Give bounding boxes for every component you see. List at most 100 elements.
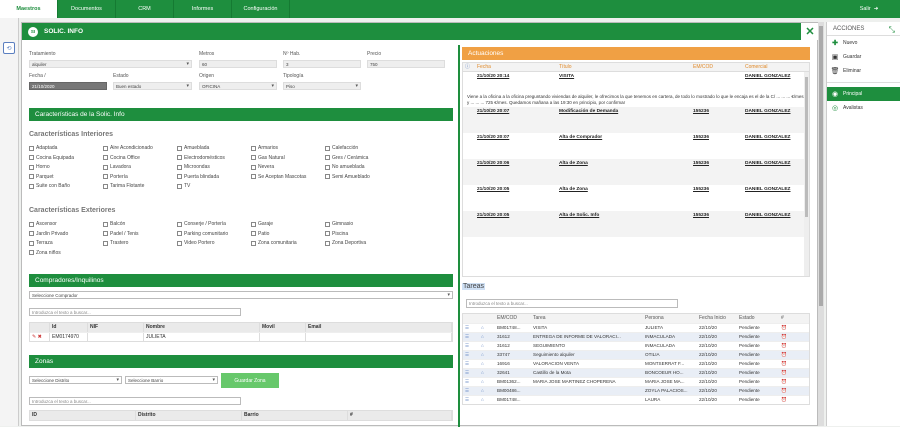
checkbox-int[interactable]: Calefacción [325,145,358,151]
table-row[interactable]: 21/10/20 20:07 Alta de Comprador 155236 DAN… [463,133,809,159]
comprador-select[interactable]: Seleccione Comprador [29,291,453,299]
tratamiento-select[interactable]: alquiler [29,60,192,68]
checkbox-ext[interactable]: Terraza [29,240,53,246]
nuevo-button[interactable]: ✚ Nuevo [827,36,900,50]
checkbox-box[interactable] [251,155,256,160]
checkbox-box[interactable] [103,240,108,246]
table-row[interactable]: ☰ ⌂ BM00486... ZOYLA PALACIOS... 22/10/20 Pen… [463,386,809,395]
checkbox-box[interactable] [29,155,34,160]
close-icon[interactable]: ✕ [801,23,819,40]
task-home-icon[interactable]: ⌂ [479,360,495,368]
tab-informes[interactable]: Informes [174,0,232,18]
checkbox-box[interactable] [103,155,108,160]
checkbox-box[interactable] [177,164,182,170]
checkbox-ext[interactable]: Conserje / Portería [177,221,226,227]
checkbox-ext[interactable]: Ascensor [29,221,57,227]
checkbox-ext[interactable]: Parking comunitario [177,231,228,237]
tab-maestros[interactable]: Maestros [0,0,58,18]
checkbox-int[interactable]: Semi Amueblado [325,174,370,180]
alarm-icon[interactable]: ⏰ [779,342,799,350]
barrio-select[interactable]: Seleccione Barrio [125,376,218,384]
checkbox-box[interactable] [177,231,182,236]
checkbox-ext[interactable]: Trastero [103,240,128,246]
checkbox-ext[interactable]: Zona Deportiva [325,240,366,246]
actuaciones-scrollbar[interactable] [804,72,809,276]
fecha-input[interactable]: 21/10/2020 [29,82,107,90]
task-home-icon[interactable]: ⌂ [479,387,495,395]
checkbox-int[interactable]: Amueblada [177,145,209,151]
checkbox-int[interactable]: Armarios [251,145,278,151]
metros-input[interactable]: 60 [199,60,277,68]
table-row[interactable]: 21/10/20 20:06 Alta de Zona 155236 DANIEL G… [463,159,809,185]
nhab-input[interactable]: 3 [283,60,361,68]
checkbox-box[interactable] [177,221,182,227]
checkbox-ext[interactable]: Balcón [103,221,125,227]
checkbox-int[interactable]: Microondas [177,164,210,170]
checkbox-int[interactable]: Se Aceptan Mascotas [251,174,306,180]
checkbox-ext[interactable]: Gimnasio [325,221,353,227]
checkbox-int[interactable]: Adaptada [29,145,57,151]
checkbox-box[interactable] [103,145,108,151]
checkbox-int[interactable]: Horno [29,164,50,170]
checkbox-box[interactable] [177,155,182,160]
tipologia-select[interactable]: Piso [283,82,361,90]
table-row[interactable]: ☰ ⌂ 32641 Castillo de la Mota BONCOEUR HO...… [463,368,809,377]
table-row[interactable]: ☰ ⌂ 33747 Seguimiento alquiler OTILIA 22/10/2… [463,350,809,359]
origen-select[interactable]: OFICINA [199,82,277,90]
checkbox-box[interactable] [103,231,108,236]
task-home-icon[interactable]: ⌂ [479,369,495,377]
alarm-icon[interactable]: ⏰ [779,387,799,395]
checkbox-int[interactable]: Cocina Office [103,155,140,161]
table-row[interactable]: ✎ ✖ EM0174970 JULIETA [30,332,452,341]
task-list-icon[interactable]: ☰ [463,324,479,332]
task-home-icon[interactable]: ⌂ [479,351,495,359]
checkbox-box[interactable] [325,145,330,151]
checkbox-box[interactable] [29,221,34,227]
checkbox-box[interactable] [29,240,34,246]
distrito-select[interactable]: Seleccione Distrito [29,376,122,384]
checkbox-ext[interactable]: Garaje [251,221,273,227]
zonas-search-input[interactable]: Introduzca el texto a buscar... [29,397,241,405]
eliminar-button[interactable]: 🗑 Eliminar [827,64,900,78]
checkbox-ext[interactable]: Zona niños [29,250,61,256]
task-home-icon[interactable]: ⌂ [479,333,495,341]
checkbox-ext[interactable]: Piscina [325,231,348,237]
task-list-icon[interactable]: ☰ [463,333,479,341]
checkbox-box[interactable] [29,145,34,151]
checkbox-int[interactable]: No amueblada [325,164,365,170]
task-list-icon[interactable]: ☰ [463,387,479,395]
alarm-icon[interactable]: ⏰ [779,369,799,377]
page-scrollbar[interactable] [818,22,824,426]
checkbox-box[interactable] [29,183,34,189]
task-list-icon[interactable]: ☰ [463,360,479,368]
task-home-icon[interactable]: ⌂ [479,324,495,332]
checkbox-int[interactable]: TV [177,183,190,189]
exit-button[interactable]: Salir ➜ [838,0,900,18]
checkbox-int[interactable]: Nevera [251,164,274,170]
checkbox-int[interactable]: Portería [103,174,128,180]
alarm-icon[interactable]: ⏰ [779,378,799,386]
table-row[interactable]: ☰ ⌂ BM01748... LAURA 22/10/20 Pendiente ⏰ [463,395,809,404]
table-row[interactable]: 21/10/20 20:07 Modificación de Demanda 155… [463,107,809,133]
back-icon[interactable]: ⟲ [3,42,15,54]
checkbox-box[interactable] [177,183,182,189]
table-row[interactable]: 21/10/20 20:05 Alta de Solic. Info 155236 D… [463,211,809,237]
checkbox-int[interactable]: Lavadora [103,164,131,170]
task-home-icon[interactable]: ⌂ [479,396,495,404]
tareas-search-input[interactable]: Introduzca el texto a buscar... [466,299,678,308]
checkbox-box[interactable] [103,183,108,189]
checkbox-box[interactable] [29,250,34,255]
tab-crm[interactable]: CRM [116,0,174,18]
checkbox-ext[interactable]: Patio [251,231,269,237]
checkbox-box[interactable] [325,231,330,236]
checkbox-int[interactable]: Gres / Cerámica [325,155,368,161]
checkbox-box[interactable] [29,174,34,179]
guardar-zona-button[interactable]: Guardar Zona [221,373,279,388]
alarm-icon[interactable]: ⏰ [779,333,799,341]
checkbox-ext[interactable]: Video Portero [177,240,214,246]
task-list-icon[interactable]: ☰ [463,342,479,350]
table-row[interactable]: ☰ ⌂ BM01362... MARIA JOSE MARTINEZ CHOPEREN… [463,377,809,386]
checkbox-box[interactable] [251,221,256,227]
precio-input[interactable]: 750 [367,60,445,68]
collapse-icon[interactable]: ⤡ [889,25,895,35]
